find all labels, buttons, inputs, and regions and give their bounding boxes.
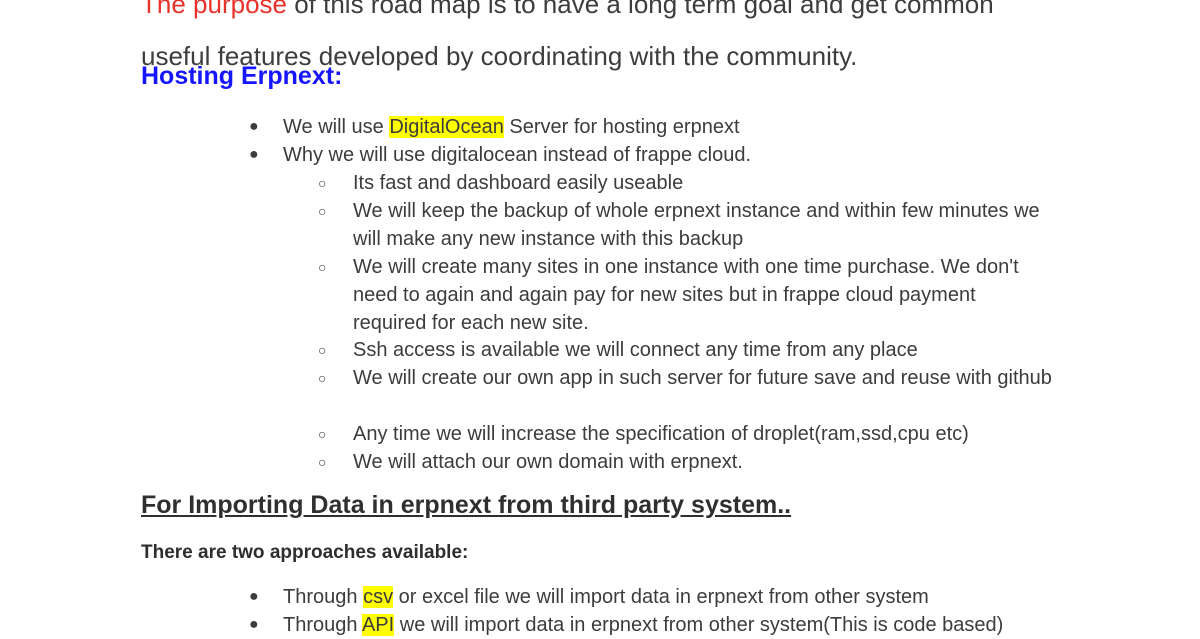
bullet-icon: ● xyxy=(249,118,259,135)
circle-bullet-icon: ○ xyxy=(318,370,327,386)
circle-bullet-icon: ○ xyxy=(318,342,327,358)
bullet-icon: ● xyxy=(249,588,259,605)
circle-bullet-icon: ○ xyxy=(318,203,327,219)
list-item: ● We will use DigitalOcean Server for ho… xyxy=(249,113,1043,141)
list-item: ● Through API we will import data in erp… xyxy=(249,611,1043,639)
hosting-heading: Hosting Erpnext: xyxy=(141,62,343,90)
sub-list-item: ○ Its fast and dashboard easily useable xyxy=(318,169,1053,197)
sub-list-item-text: Its fast and dashboard easily useable xyxy=(353,172,684,194)
highlighted-text: csv xyxy=(363,586,394,608)
document-page: The purpose of this road map is to have … xyxy=(0,0,1200,636)
sub-list-item: ○ Ssh access is available we will connec… xyxy=(318,336,1053,364)
importing-heading: For Importing Data in erpnext from third… xyxy=(141,491,792,519)
bullet-icon: ● xyxy=(249,146,259,163)
list-item-text: Through xyxy=(283,614,362,636)
sub-list-item: ○ We will create our own app in such ser… xyxy=(318,364,1053,392)
list-item: ● Through csv or excel file we will impo… xyxy=(249,583,1043,611)
list-item-text: Server for hosting erpnext xyxy=(503,116,740,138)
list-item-text: or excel file we will import data in erp… xyxy=(393,586,929,608)
highlighted-text: API xyxy=(361,614,395,636)
sub-list-item: ○ We will create many sites in one insta… xyxy=(318,253,1053,337)
list-item-text: We will use xyxy=(283,116,390,138)
highlighted-text: DigitalOcean xyxy=(389,116,504,138)
intro-line1: of this road map is to have a long term … xyxy=(286,0,994,19)
sub-list-item-text: We will keep the backup of whole erpnext… xyxy=(353,200,1040,250)
sub-list-item-text: Ssh access is available we will connect … xyxy=(353,339,918,361)
intro-emphasis: The purpose xyxy=(141,0,287,19)
sub-list-item: ○ Any time we will increase the specific… xyxy=(318,420,1053,448)
sub-list-item: ○ We will attach our own domain with erp… xyxy=(318,448,1053,476)
list-item: ● Why we will use digitalocean instead o… xyxy=(249,141,1043,169)
sub-list-item-text: We will attach our own domain with erpne… xyxy=(353,451,743,473)
list-item-text: Why we will use digitalocean instead of … xyxy=(283,144,752,166)
list-item-text: Through xyxy=(283,586,364,608)
sub-list-item: ○ We will keep the backup of whole erpne… xyxy=(318,197,1053,253)
bullet-icon: ● xyxy=(249,616,259,633)
circle-bullet-icon: ○ xyxy=(318,454,327,470)
circle-bullet-icon: ○ xyxy=(318,175,327,191)
list-item-text: we will import data in erpnext from othe… xyxy=(394,614,1004,636)
approaches-text: There are two approaches available: xyxy=(141,542,469,563)
sub-list-item-text: We will create many sites in one instanc… xyxy=(353,256,1019,334)
sub-list-item-text: Any time we will increase the specificat… xyxy=(353,423,969,445)
sub-list-item-text: We will create our own app in such serve… xyxy=(353,367,1052,389)
circle-bullet-icon: ○ xyxy=(318,259,327,275)
circle-bullet-icon: ○ xyxy=(318,426,327,442)
